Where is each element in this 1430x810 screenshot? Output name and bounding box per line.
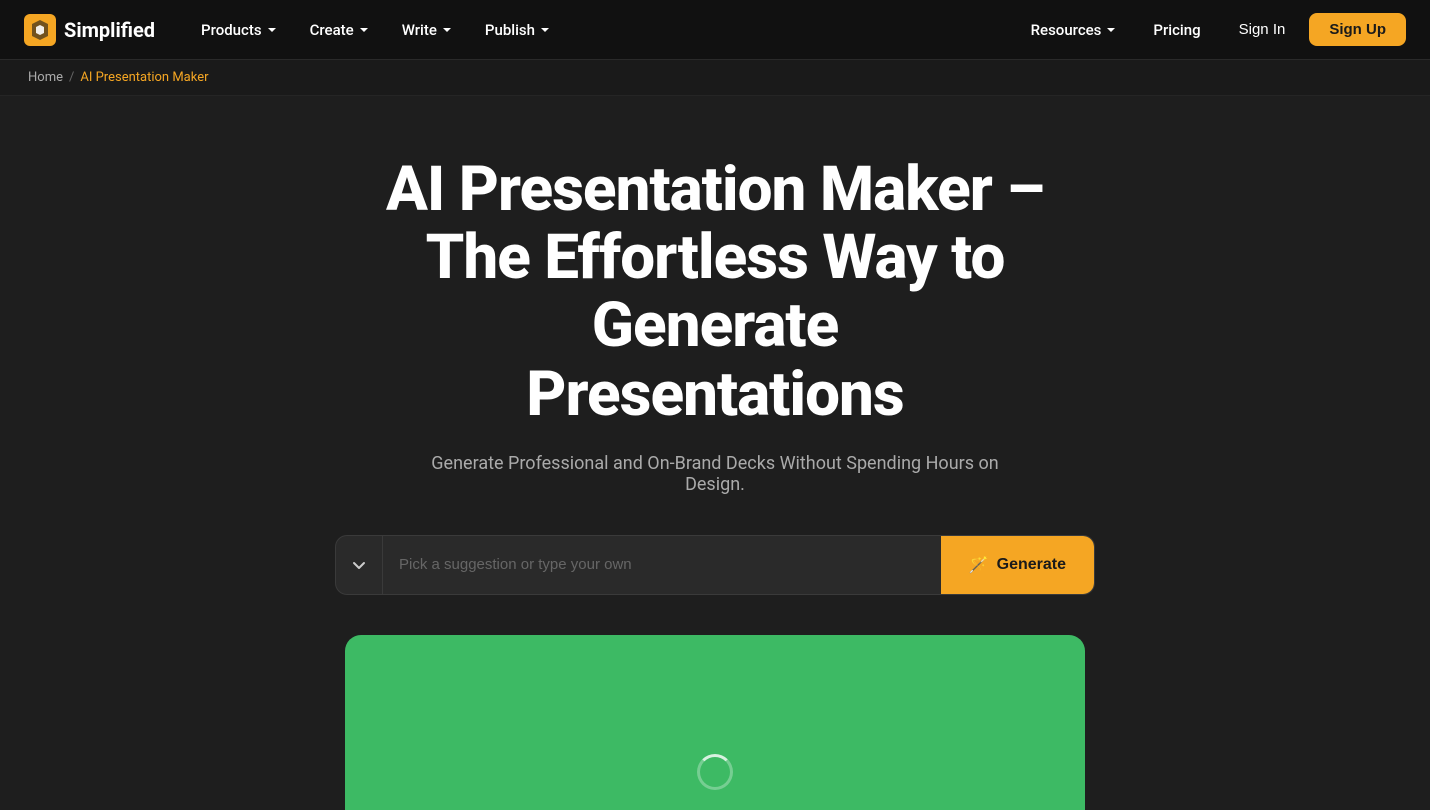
preview-card [345, 635, 1085, 810]
suggestion-dropdown-toggle[interactable] [336, 536, 383, 594]
hero-section: AI Presentation Maker – The Effortless W… [0, 96, 1430, 810]
logo-icon [24, 14, 56, 46]
hero-subtitle: Generate Professional and On-Brand Decks… [415, 453, 1015, 495]
wand-icon: 🪄 [969, 555, 989, 575]
nav-publish[interactable]: Publish [471, 13, 565, 47]
loading-spinner [697, 754, 733, 790]
nav-items: Products Create Write Publish [187, 13, 565, 47]
prompt-input-bar: 🪄 Generate [335, 535, 1095, 595]
logo-link[interactable]: Simplified [24, 14, 155, 46]
nav-create[interactable]: Create [296, 13, 384, 47]
generate-button[interactable]: 🪄 Generate [941, 536, 1094, 594]
hero-title: AI Presentation Maker – The Effortless W… [315, 156, 1115, 429]
nav-products[interactable]: Products [187, 13, 292, 47]
nav-write[interactable]: Write [388, 13, 467, 47]
chevron-down-icon [1105, 24, 1117, 36]
sign-up-button[interactable]: Sign Up [1309, 13, 1406, 46]
breadcrumb-separator: / [69, 70, 74, 85]
chevron-down-icon [539, 24, 551, 36]
breadcrumb-home[interactable]: Home [28, 70, 63, 85]
nav-left: Simplified Products Create Write Publish [24, 13, 565, 47]
chevron-down-icon [441, 24, 453, 36]
nav-pricing[interactable]: Pricing [1139, 13, 1214, 47]
chevron-down-icon [358, 24, 370, 36]
nav-resources[interactable]: Resources [1017, 13, 1132, 47]
brand-name: Simplified [64, 18, 155, 42]
breadcrumb-current[interactable]: AI Presentation Maker [80, 70, 208, 85]
prompt-input[interactable] [383, 556, 941, 573]
chevron-down-icon [350, 556, 368, 574]
navbar: Simplified Products Create Write Publish… [0, 0, 1430, 60]
breadcrumb: Home / AI Presentation Maker [0, 60, 1430, 96]
sign-in-button[interactable]: Sign In [1223, 13, 1302, 46]
nav-right: Resources Pricing Sign In Sign Up [1017, 13, 1406, 47]
chevron-down-icon [266, 24, 278, 36]
